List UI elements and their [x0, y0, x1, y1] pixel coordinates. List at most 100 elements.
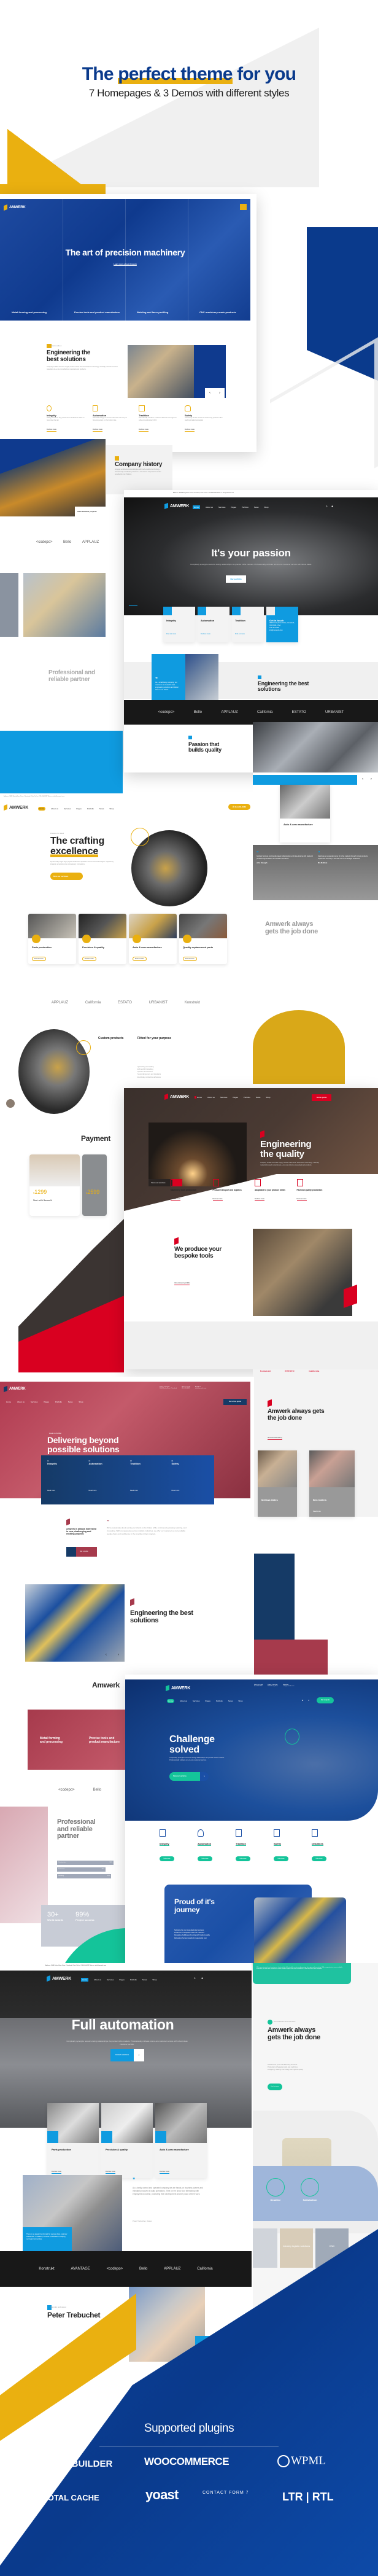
- brand-logo[interactable]: AMWERK: [164, 502, 189, 510]
- nav-about[interactable]: About us: [17, 1401, 25, 1403]
- price-card[interactable]: $2599: [82, 1154, 107, 1216]
- demo-1-screenshot[interactable]: AMWERK The art of precision machinery Le…: [0, 194, 256, 452]
- nav-services[interactable]: Services: [31, 1401, 38, 1403]
- portfolio-item[interactable]: Industry logistic solutions: [280, 2228, 313, 2268]
- brand-logo[interactable]: AMWERK: [47, 1975, 71, 1982]
- view-services-button[interactable]: View our services: [169, 1772, 200, 1781]
- demo-4-screenshot[interactable]: AMWERK Home About us Services Pages Portfoli…: [124, 1088, 378, 1369]
- nav-portfolio[interactable]: Portfolio: [55, 1401, 62, 1403]
- view-services-button[interactable]: View our services: [50, 873, 83, 880]
- free-quote-button[interactable]: Get a free quote: [223, 1399, 247, 1405]
- slider-prev-button[interactable]: ‹: [205, 388, 215, 398]
- team-card[interactable]: Ben Collins Read more: [309, 1450, 355, 1517]
- slider-dots[interactable]: [129, 605, 137, 606]
- brand-logo[interactable]: AMWERK: [4, 1385, 26, 1393]
- nav-about[interactable]: About us: [206, 506, 213, 508]
- nav-pages[interactable]: Pages: [231, 506, 236, 508]
- search-icon[interactable]: ⌕: [308, 1699, 309, 1702]
- nav-shop[interactable]: Shop: [238, 1700, 242, 1702]
- nav-pages[interactable]: Pages: [233, 1096, 238, 1099]
- nav-home[interactable]: Home: [195, 1096, 202, 1099]
- demo-7-screenshot[interactable]: Address: 3848 Rocky River Drive, Clevela…: [0, 1963, 252, 2307]
- cart-icon[interactable]: ●: [331, 505, 333, 508]
- menu-button[interactable]: [240, 204, 247, 210]
- phone-cta-button[interactable]: ✆ 414-204-6362: [228, 804, 250, 810]
- nav-about[interactable]: About us: [94, 1979, 101, 1981]
- nav-pages[interactable]: Pages: [205, 1700, 210, 1702]
- nav-home[interactable]: Home: [193, 505, 201, 509]
- nav-services[interactable]: Services: [218, 506, 226, 508]
- team-card[interactable]: Melissa Gates: [258, 1450, 297, 1517]
- get-quote-button[interactable]: Get a quote: [317, 1697, 334, 1703]
- price-card[interactable]: $1299 Start with Amwerk: [29, 1154, 80, 1216]
- nav-about[interactable]: About us: [180, 1700, 187, 1702]
- nav-services[interactable]: Services: [107, 1979, 114, 1981]
- nav-about[interactable]: About us: [207, 1096, 215, 1099]
- nav-shop[interactable]: Shop: [109, 807, 114, 810]
- nav-pages[interactable]: Pages: [76, 807, 82, 810]
- service-icon: [32, 935, 40, 943]
- slider-prev-button[interactable]: ‹: [106, 1653, 107, 1657]
- nav-portfolio[interactable]: Portfolio: [242, 506, 249, 508]
- solutions-button[interactable]: Amwerk solutions: [110, 2049, 134, 2061]
- arrow-icon[interactable]: ›: [200, 1772, 209, 1781]
- slider-prev-button[interactable]: ‹: [362, 777, 363, 781]
- brand-logo[interactable]: AMWERK: [4, 204, 26, 211]
- bespoke-link[interactable]: View Amwerk portfolio: [174, 1282, 190, 1286]
- nav-about[interactable]: About us: [51, 807, 58, 810]
- nav-news[interactable]: News: [68, 1401, 73, 1403]
- brand-logo[interactable]: AMWERK: [4, 804, 28, 811]
- client-logo: California: [309, 1369, 320, 1372]
- topbar: Address: 3848 Rocky River Drive, Clevela…: [4, 796, 65, 797]
- demo-5-screenshot[interactable]: AMWERK Come & visit us 3644 Rocky River, …: [0, 1377, 254, 1665]
- hero-column[interactable]: Welding and laser profiling: [125, 311, 188, 314]
- history-link[interactable]: View Amwerk history: [268, 1437, 282, 1441]
- nav-news[interactable]: News: [99, 807, 104, 810]
- nav-shop[interactable]: Shop: [79, 1401, 83, 1403]
- nav-news[interactable]: News: [228, 1700, 233, 1702]
- demo-6-screenshot[interactable]: AMWERK Give us a call 414-204-6362 Come &…: [125, 1675, 378, 1963]
- hero-column[interactable]: Metal forming and processing: [0, 311, 63, 314]
- slider-next-button[interactable]: ›: [118, 1653, 119, 1657]
- cart-icon[interactable]: ●: [302, 1699, 303, 1702]
- nav-portfolio[interactable]: Portfolio: [244, 1096, 250, 1099]
- nav-portfolio[interactable]: Portfolio: [216, 1700, 223, 1702]
- brand-logo[interactable]: AMWERK: [166, 1684, 190, 1692]
- nav-shop[interactable]: Shop: [264, 506, 268, 508]
- get-quote-button[interactable]: Get a quote: [66, 1547, 97, 1557]
- hero-column[interactable]: CNC machinery made products: [188, 311, 250, 314]
- projects-button[interactable]: View Amwerk projects: [75, 507, 106, 516]
- find-out-more-button[interactable]: Find out more: [268, 2084, 282, 2090]
- demo1-hero-link[interactable]: Learn more about Amwerk: [0, 263, 250, 265]
- nav-portfolio[interactable]: Portfolio: [130, 1979, 137, 1981]
- nav-services[interactable]: Services: [64, 807, 71, 810]
- parts-photo: [253, 722, 378, 772]
- arrow-icon[interactable]: ›: [134, 2049, 144, 2061]
- nav-news[interactable]: News: [254, 506, 259, 508]
- brand-logo[interactable]: AMWERK: [164, 1093, 189, 1100]
- portfolio-button[interactable]: Our portfolio: [226, 575, 246, 583]
- slider-next-button[interactable]: ›: [371, 777, 372, 781]
- nav-services[interactable]: Services: [193, 1700, 200, 1702]
- nav-services[interactable]: Services: [220, 1096, 228, 1099]
- nav-news[interactable]: News: [256, 1096, 261, 1099]
- slider-next-button[interactable]: ›: [215, 388, 225, 398]
- demo7-services: Parts production Find out more Precision …: [47, 2103, 207, 2178]
- nav-shop[interactable]: Shop: [152, 1979, 156, 1981]
- nav-pages[interactable]: Pages: [44, 1401, 49, 1403]
- nav-home[interactable]: Home: [167, 1699, 175, 1703]
- nav-portfolio[interactable]: Portfolio: [87, 807, 94, 810]
- hero-column[interactable]: Precise tools and product manufacture: [63, 311, 125, 314]
- nav-home[interactable]: Home: [81, 1978, 89, 1982]
- service-card[interactable]: Auto & aero manufacture: [280, 785, 330, 842]
- nav-home[interactable]: Home: [38, 807, 46, 811]
- demo-2-screenshot[interactable]: Address: 3848 Rocky River Drive, Clevela…: [124, 490, 378, 772]
- nav-news[interactable]: News: [142, 1979, 147, 1981]
- cart-icon[interactable]: ●: [201, 1977, 203, 1980]
- search-icon[interactable]: ⌕: [194, 1977, 196, 1980]
- get-quote-button[interactable]: Get a quote: [312, 1094, 331, 1101]
- nav-shop[interactable]: Shop: [266, 1096, 270, 1099]
- nav-home[interactable]: Home: [6, 1401, 11, 1403]
- search-icon[interactable]: ⌕: [326, 505, 328, 508]
- nav-pages[interactable]: Pages: [119, 1979, 125, 1981]
